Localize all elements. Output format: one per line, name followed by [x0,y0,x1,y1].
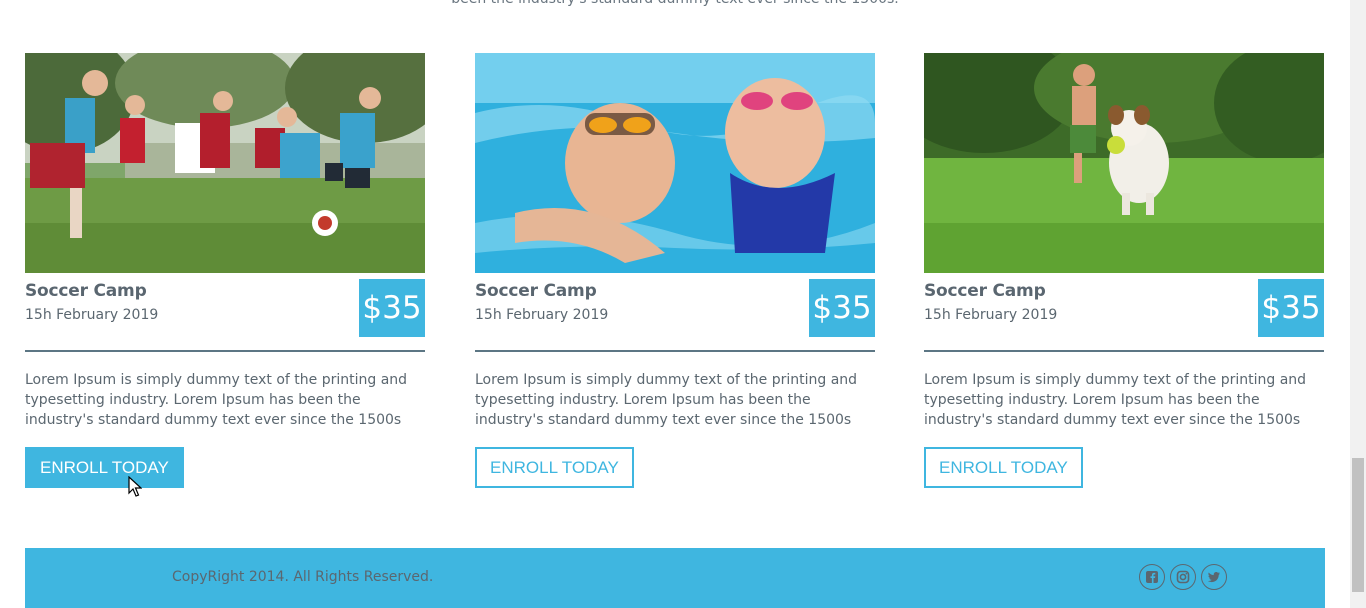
scrollbar-thumb[interactable] [1352,458,1364,592]
twitter-icon[interactable] [1201,564,1227,590]
enroll-today-button[interactable]: ENROLL TODAY [25,447,184,488]
camp-card: Soccer Camp 15h February 2019 $35 Lorem … [924,53,1324,488]
card-image-soccer [25,53,425,273]
card-header: Soccer Camp 15h February 2019 $35 [475,278,875,352]
social-links [1139,564,1227,590]
card-description: Lorem Ipsum is simply dummy text of the … [25,372,408,428]
facebook-icon[interactable] [1139,564,1165,590]
enroll-today-button[interactable]: ENROLL TODAY [475,447,634,488]
card-header: Soccer Camp 15h February 2019 $35 [924,278,1324,352]
card-date: 15h February 2019 [475,307,609,323]
intro-text-fragment: been the industry's standard dummy text … [0,0,1350,8]
page-scrollbar[interactable] [1350,0,1366,608]
card-title: Soccer Camp [25,281,147,301]
price-badge: $35 [809,279,875,337]
card-header: Soccer Camp 15h February 2019 $35 [25,278,425,352]
card-date: 15h February 2019 [25,307,159,323]
copyright-text: CopyRight 2014. All Rights Reserved. [172,569,434,585]
card-date: 15h February 2019 [924,307,1058,323]
enroll-today-button[interactable]: ENROLL TODAY [924,447,1083,488]
card-image-swimming [475,53,875,273]
card-description: Lorem Ipsum is simply dummy text of the … [924,372,1307,428]
mouse-cursor-icon [128,475,143,502]
card-image-dog [924,53,1324,273]
camp-cards: Soccer Camp 15h February 2019 $35 Lorem … [0,53,1350,493]
camp-card: Soccer Camp 15h February 2019 $35 Lorem … [25,53,425,488]
card-description: Lorem Ipsum is simply dummy text of the … [475,372,858,428]
card-title: Soccer Camp [475,281,597,301]
price-badge: $35 [359,279,425,337]
footer: CopyRight 2014. All Rights Reserved. [25,548,1325,608]
instagram-icon[interactable] [1170,564,1196,590]
card-title: Soccer Camp [924,281,1046,301]
camp-card: Soccer Camp 15h February 2019 $35 Lorem … [475,53,875,488]
price-badge: $35 [1258,279,1324,337]
